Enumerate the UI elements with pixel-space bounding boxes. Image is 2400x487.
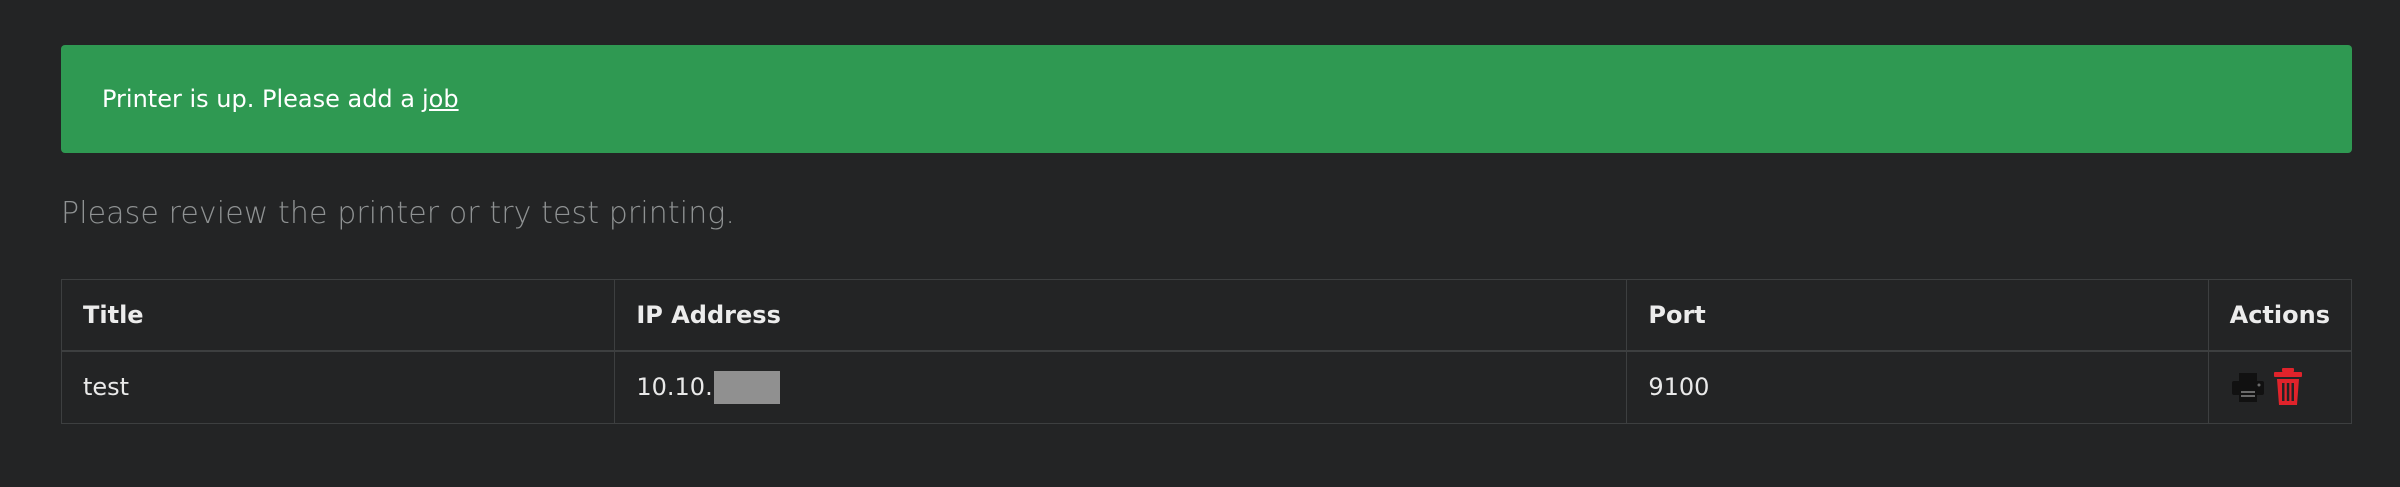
column-header-actions: Actions (2207, 279, 2353, 352)
table-row: test 10.10. 9100 (60, 350, 2353, 424)
print-icon[interactable] (2230, 371, 2266, 403)
trash-icon[interactable] (2272, 367, 2304, 407)
printer-table: Title IP Address Port Actions test 10.10… (60, 279, 2353, 424)
table-header-row: Title IP Address Port Actions (60, 279, 2353, 352)
redacted-block (713, 370, 780, 404)
printer-port-cell: 9100 (1626, 350, 2209, 424)
ip-address-visible-part: 10.10. (636, 373, 713, 402)
alert-message: Printer is up. Please add a (102, 85, 415, 113)
printer-title-cell: test (60, 350, 616, 424)
add-job-link[interactable]: job (422, 85, 459, 113)
review-message: Please review the printer or try test pr… (61, 196, 736, 231)
column-header-port: Port (1626, 279, 2209, 352)
printer-ip-cell: 10.10. (614, 350, 1628, 424)
success-alert: Printer is up. Please add a job (61, 45, 2352, 153)
column-header-ip-address: IP Address (614, 279, 1628, 352)
printer-actions-cell (2207, 350, 2353, 424)
column-header-title: Title (60, 279, 616, 352)
